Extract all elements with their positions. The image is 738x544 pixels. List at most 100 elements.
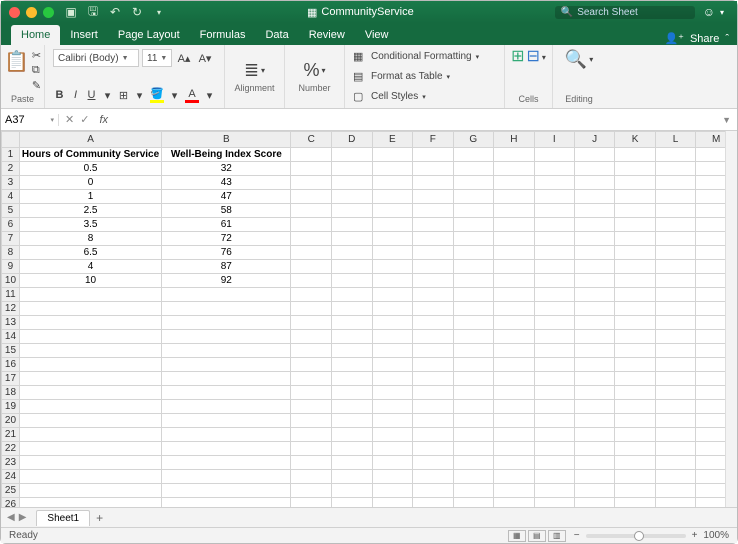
cell-D20[interactable] xyxy=(332,414,373,428)
cell-E4[interactable] xyxy=(372,190,413,204)
cell-J10[interactable] xyxy=(574,274,614,288)
cell-G12[interactable] xyxy=(453,302,494,316)
cell-I5[interactable] xyxy=(534,204,574,218)
cell-B6[interactable]: 61 xyxy=(162,218,291,232)
cells-caret[interactable]: ▾ xyxy=(542,53,546,62)
cell-K9[interactable] xyxy=(615,260,656,274)
cell-A7[interactable]: 8 xyxy=(19,232,161,246)
cell-F13[interactable] xyxy=(413,316,453,330)
find-icon[interactable]: 🔍 xyxy=(565,49,587,70)
cell-C24[interactable] xyxy=(291,470,332,484)
cell-G16[interactable] xyxy=(453,358,494,372)
cell-D26[interactable] xyxy=(332,498,373,508)
cell-H24[interactable] xyxy=(494,470,535,484)
cell-E21[interactable] xyxy=(372,428,413,442)
font-size-dropdown[interactable]: 11▼ xyxy=(142,49,172,67)
cell-E6[interactable] xyxy=(372,218,413,232)
cell-E24[interactable] xyxy=(372,470,413,484)
cell-E22[interactable] xyxy=(372,442,413,456)
cell-C3[interactable] xyxy=(291,176,332,190)
cell-F22[interactable] xyxy=(413,442,453,456)
cell-I3[interactable] xyxy=(534,176,574,190)
cell-D14[interactable] xyxy=(332,330,373,344)
decrease-font-icon[interactable]: A▾ xyxy=(196,49,214,67)
cell-H22[interactable] xyxy=(494,442,535,456)
row-header-7[interactable]: 7 xyxy=(2,232,20,246)
cell-I18[interactable] xyxy=(534,386,574,400)
cell-D11[interactable] xyxy=(332,288,373,302)
cell-J8[interactable] xyxy=(574,246,614,260)
cell-C14[interactable] xyxy=(291,330,332,344)
col-header-D[interactable]: D xyxy=(332,132,373,148)
cell-D21[interactable] xyxy=(332,428,373,442)
cell-H10[interactable] xyxy=(494,274,535,288)
cell-C16[interactable] xyxy=(291,358,332,372)
cell-E14[interactable] xyxy=(372,330,413,344)
font-color-caret[interactable]: ▾ xyxy=(203,86,216,104)
cell-L12[interactable] xyxy=(655,302,695,316)
cell-D5[interactable] xyxy=(332,204,373,218)
cell-K19[interactable] xyxy=(615,400,656,414)
cell-styles-button[interactable]: ▢Cell Styles▾ xyxy=(353,89,496,104)
paste-icon[interactable]: 📋 xyxy=(4,49,29,92)
cell-D1[interactable] xyxy=(332,148,373,162)
cell-I24[interactable] xyxy=(534,470,574,484)
editing-caret[interactable]: ▾ xyxy=(589,55,593,64)
cell-K24[interactable] xyxy=(615,470,656,484)
save-icon[interactable]: 🖫 xyxy=(86,2,100,23)
cell-D22[interactable] xyxy=(332,442,373,456)
cell-K8[interactable] xyxy=(615,246,656,260)
cell-A5[interactable]: 2.5 xyxy=(19,204,161,218)
cell-I10[interactable] xyxy=(534,274,574,288)
cell-E5[interactable] xyxy=(372,204,413,218)
cell-K1[interactable] xyxy=(615,148,656,162)
cell-C11[interactable] xyxy=(291,288,332,302)
cell-A26[interactable] xyxy=(19,498,161,508)
cell-A4[interactable]: 1 xyxy=(19,190,161,204)
cell-J15[interactable] xyxy=(574,344,614,358)
cell-B12[interactable] xyxy=(162,302,291,316)
undo-icon[interactable]: ↶ xyxy=(108,5,122,19)
border-button[interactable]: ⊞ xyxy=(117,86,130,104)
cell-L2[interactable] xyxy=(655,162,695,176)
cell-J2[interactable] xyxy=(574,162,614,176)
cell-K16[interactable] xyxy=(615,358,656,372)
cell-I9[interactable] xyxy=(534,260,574,274)
cell-F9[interactable] xyxy=(413,260,453,274)
cell-E9[interactable] xyxy=(372,260,413,274)
fill-caret[interactable]: ▾ xyxy=(168,86,181,104)
col-header-A[interactable]: A xyxy=(19,132,161,148)
delete-cells-icon[interactable]: ⊟ xyxy=(527,49,540,65)
cell-G8[interactable] xyxy=(453,246,494,260)
cell-G24[interactable] xyxy=(453,470,494,484)
cell-G20[interactable] xyxy=(453,414,494,428)
cell-K14[interactable] xyxy=(615,330,656,344)
cell-F3[interactable] xyxy=(413,176,453,190)
cell-E1[interactable] xyxy=(372,148,413,162)
col-header-B[interactable]: B xyxy=(162,132,291,148)
cut-icon[interactable]: ✂ xyxy=(32,49,41,62)
row-header-25[interactable]: 25 xyxy=(2,484,20,498)
cell-G7[interactable] xyxy=(453,232,494,246)
sheet-nav-next-icon[interactable]: ▶ xyxy=(19,512,27,523)
cell-F5[interactable] xyxy=(413,204,453,218)
col-header-H[interactable]: H xyxy=(494,132,535,148)
cell-C22[interactable] xyxy=(291,442,332,456)
cell-H1[interactable] xyxy=(494,148,535,162)
cell-F12[interactable] xyxy=(413,302,453,316)
cell-G26[interactable] xyxy=(453,498,494,508)
row-header-5[interactable]: 5 xyxy=(2,204,20,218)
cell-H26[interactable] xyxy=(494,498,535,508)
cell-C7[interactable] xyxy=(291,232,332,246)
cell-D24[interactable] xyxy=(332,470,373,484)
cell-H9[interactable] xyxy=(494,260,535,274)
cell-K21[interactable] xyxy=(615,428,656,442)
col-header-F[interactable]: F xyxy=(413,132,453,148)
tab-view[interactable]: View xyxy=(355,25,399,45)
cell-H2[interactable] xyxy=(494,162,535,176)
cell-G23[interactable] xyxy=(453,456,494,470)
add-sheet-button[interactable]: + xyxy=(96,511,103,525)
cell-E20[interactable] xyxy=(372,414,413,428)
alignment-icon[interactable]: ≣ xyxy=(244,60,259,81)
cell-I8[interactable] xyxy=(534,246,574,260)
